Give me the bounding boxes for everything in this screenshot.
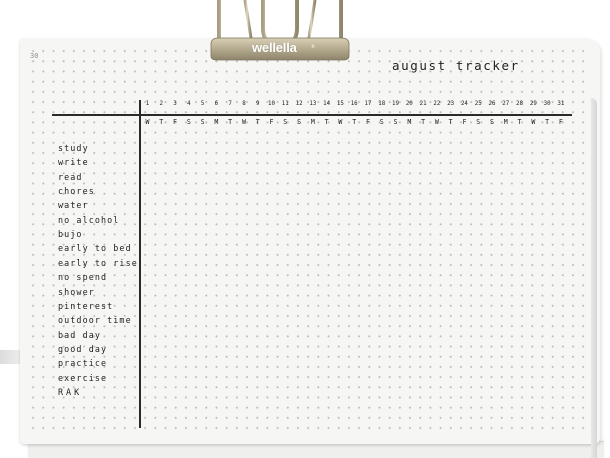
clip-trademark: ® (311, 44, 315, 49)
weekday-letter: W (338, 118, 343, 126)
habit-label: outdoor time (58, 315, 132, 326)
weekday-letter: T (255, 118, 260, 126)
day-number: 2 (159, 101, 164, 107)
weekday-letter: W (434, 118, 439, 126)
habit-label: early to bed (58, 243, 132, 254)
weekday-letter: F (462, 118, 467, 126)
habit-label: no spend (58, 272, 108, 283)
day-number: 24 (460, 101, 468, 107)
clip-brand-logo: wellella (252, 40, 297, 55)
day-number: 3 (173, 101, 177, 107)
day-number: 22 (433, 101, 441, 107)
weekday-letter: S (186, 118, 191, 126)
habit-label: bujo (58, 229, 83, 240)
weekday-letter: S (283, 118, 288, 126)
habit-label: water (58, 200, 89, 211)
weekday-letter: T (421, 118, 426, 126)
habit-label: chores (58, 186, 95, 197)
weekday-letter: T (517, 118, 522, 126)
weekday-letter: M (310, 118, 315, 126)
habit-label: good day (58, 343, 108, 354)
page-number: 30 (30, 52, 39, 60)
day-number: 23 (447, 101, 455, 107)
day-number: 17 (364, 101, 372, 107)
weekday-letter: M (407, 118, 412, 126)
weekday-letter: M (214, 118, 219, 126)
weekday-letter: T (228, 118, 233, 126)
day-number: 20 (405, 101, 413, 107)
habit-label: pinterest (58, 300, 114, 311)
weekday-letter: S (297, 118, 302, 126)
day-number: 16 (350, 101, 358, 107)
day-number: 18 (378, 101, 386, 107)
day-number: 1 (145, 101, 150, 107)
day-number: 15 (336, 101, 344, 107)
weekday-letter: S (379, 118, 384, 126)
day-number: 27 (502, 101, 510, 107)
day-number: 5 (200, 101, 205, 107)
day-number: 9 (255, 101, 260, 107)
day-number: 4 (187, 101, 191, 107)
habit-label: bad day (58, 329, 101, 340)
habit-label: shower (58, 286, 95, 297)
habit-column-rule (139, 100, 141, 428)
day-number: 13 (309, 101, 317, 107)
weekday-letter: F (558, 118, 563, 126)
weekday-letter: T (324, 118, 329, 126)
day-number: 11 (281, 101, 289, 107)
day-number: 21 (419, 101, 427, 107)
weekday-letter: M (503, 118, 508, 126)
day-number: 28 (516, 101, 524, 107)
day-number: 29 (529, 101, 537, 107)
day-number: 7 (228, 101, 232, 107)
tracker-title: august tracker (392, 58, 520, 73)
day-number: 14 (323, 101, 331, 107)
habit-label: no alcohol (58, 214, 120, 225)
weekday-letter: W (531, 118, 536, 126)
habit-label: read (58, 171, 83, 182)
header-rule (52, 114, 572, 116)
habit-label: RAK (58, 386, 83, 397)
day-number: 6 (214, 101, 219, 107)
weekday-letter: S (476, 118, 481, 126)
weekday-letter: S (200, 118, 205, 126)
habit-label: exercise (58, 372, 108, 383)
weekday-letter: T (545, 118, 550, 126)
day-number: 26 (488, 101, 496, 107)
day-number: 10 (268, 101, 276, 107)
weekday-letter: F (269, 118, 274, 126)
day-number: 12 (295, 101, 303, 107)
day-number: 8 (242, 101, 246, 107)
habit-label: write (58, 157, 89, 168)
weekday-letter: T (159, 118, 164, 126)
photo-scene: 30 august tracker 1 2 3 4 5 6 7 8 9 10 11 12 13 14 15 1… (0, 0, 610, 458)
day-number: 30 (543, 101, 551, 107)
weekday-letter: F (365, 118, 370, 126)
weekday-letter: T (448, 118, 453, 126)
page-stack-edge (591, 98, 597, 458)
weekday-letter: W (241, 118, 246, 126)
weekday-letter: S (490, 118, 494, 126)
weekday-letter: T (352, 118, 357, 126)
habit-label: practice (58, 358, 108, 369)
day-number: 31 (557, 101, 565, 107)
weekday-letter: S (393, 118, 398, 126)
day-number: 25 (474, 101, 482, 107)
habit-label: early to rise (58, 257, 138, 268)
weekday-letter: W (145, 118, 150, 126)
habit-label: study (58, 143, 89, 153)
day-number: 19 (392, 101, 400, 107)
weekday-letter: F (173, 118, 178, 126)
